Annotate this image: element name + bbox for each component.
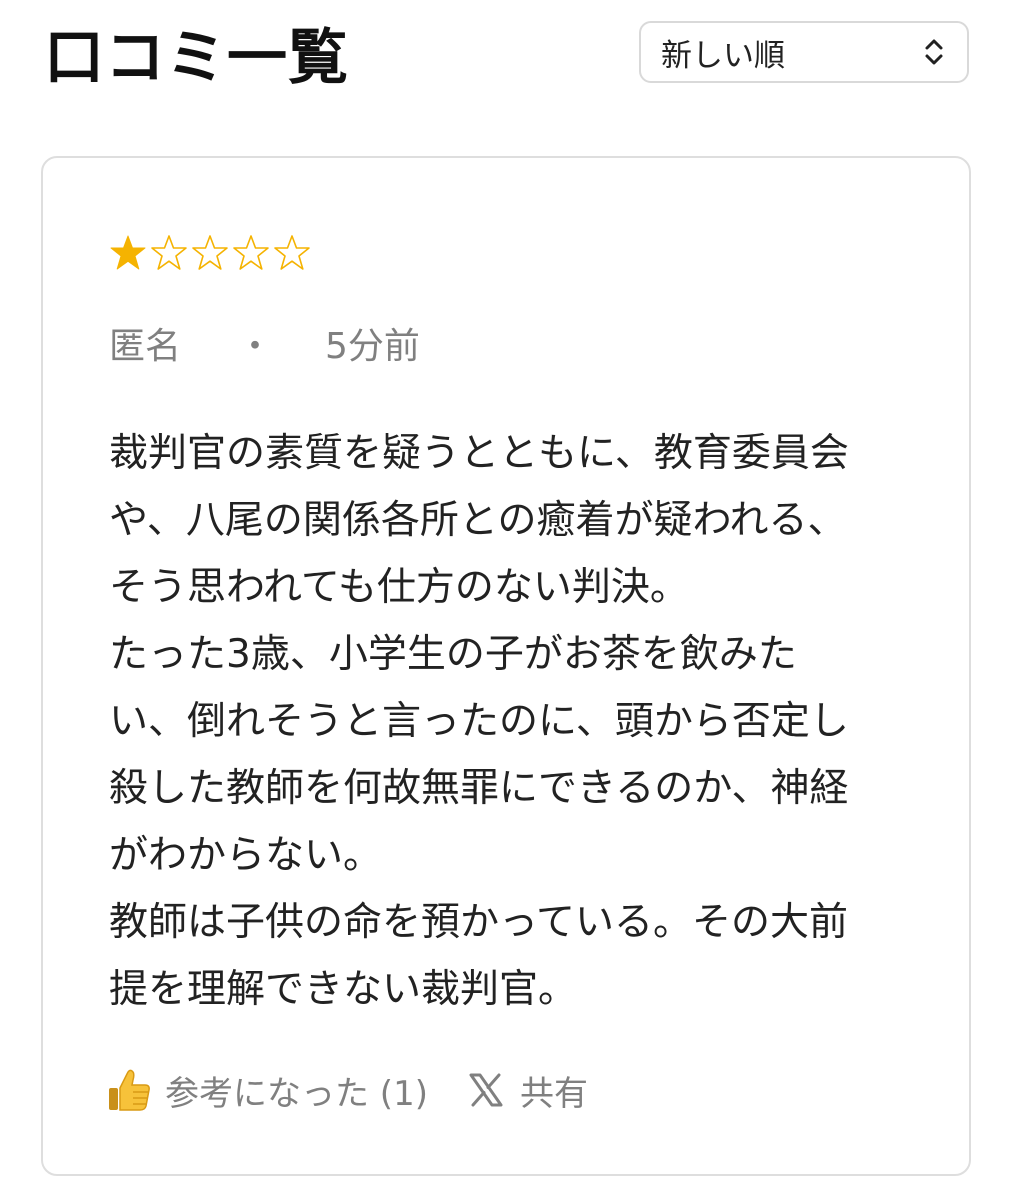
review-time: 5分前	[325, 326, 420, 367]
star-rating	[109, 234, 311, 272]
star-empty-icon	[151, 235, 187, 270]
star-empty-icon	[192, 235, 228, 270]
chevron-up-down-icon	[925, 39, 943, 65]
review-body-line: がわからない。	[109, 833, 383, 878]
review-author: 匿名	[109, 326, 182, 367]
star-empty-icon	[274, 235, 310, 270]
review-body-line: や、八尾の関係各所との癒着が疑われる、	[109, 498, 847, 543]
share-label: 共有	[519, 1073, 588, 1114]
thumbs-up-icon	[109, 1069, 150, 1111]
share-button[interactable]: 共有	[468, 1066, 588, 1115]
x-logo-icon	[469, 1073, 503, 1107]
review-card: 匿名 ・ 5分前 裁判官の素質を疑うとともに、教育委員会 や、八尾の関係各所との…	[41, 156, 971, 1176]
star-filled-icon	[110, 235, 146, 270]
review-body: 裁判官の素質を疑うとともに、教育委員会 や、八尾の関係各所との癒着が疑われる、 …	[109, 420, 909, 1023]
page-title: 口コミ一覧	[44, 23, 349, 93]
review-body-line: い、倒れそうと言ったのに、頭から否定し	[109, 699, 849, 744]
review-body-line: そう思われても仕方のない判決。	[109, 565, 689, 610]
review-body-line: たった3歳、小学生の子がお茶を飲みた	[109, 632, 797, 677]
helpful-label: 参考になった (1)	[165, 1073, 428, 1114]
review-body-line: 提を理解できない裁判官。	[109, 967, 578, 1012]
review-body-line: 教師は子供の命を預かっている。その大前	[109, 900, 849, 945]
review-meta: 匿名 ・ 5分前	[109, 324, 420, 370]
review-body-line: 殺した教師を何故無罪にできるのか、神経	[109, 766, 849, 811]
meta-separator: ・	[237, 326, 274, 367]
helpful-button[interactable]: 参考になった (1)	[105, 1066, 428, 1115]
sort-selected-value: 新しい順	[661, 37, 785, 74]
review-body-line: 裁判官の素質を疑うとともに、教育委員会	[109, 431, 849, 476]
star-empty-icon	[233, 235, 269, 270]
sort-select[interactable]: 新しい順	[639, 21, 969, 83]
review-actions: 参考になった (1) 共有	[105, 1064, 588, 1116]
